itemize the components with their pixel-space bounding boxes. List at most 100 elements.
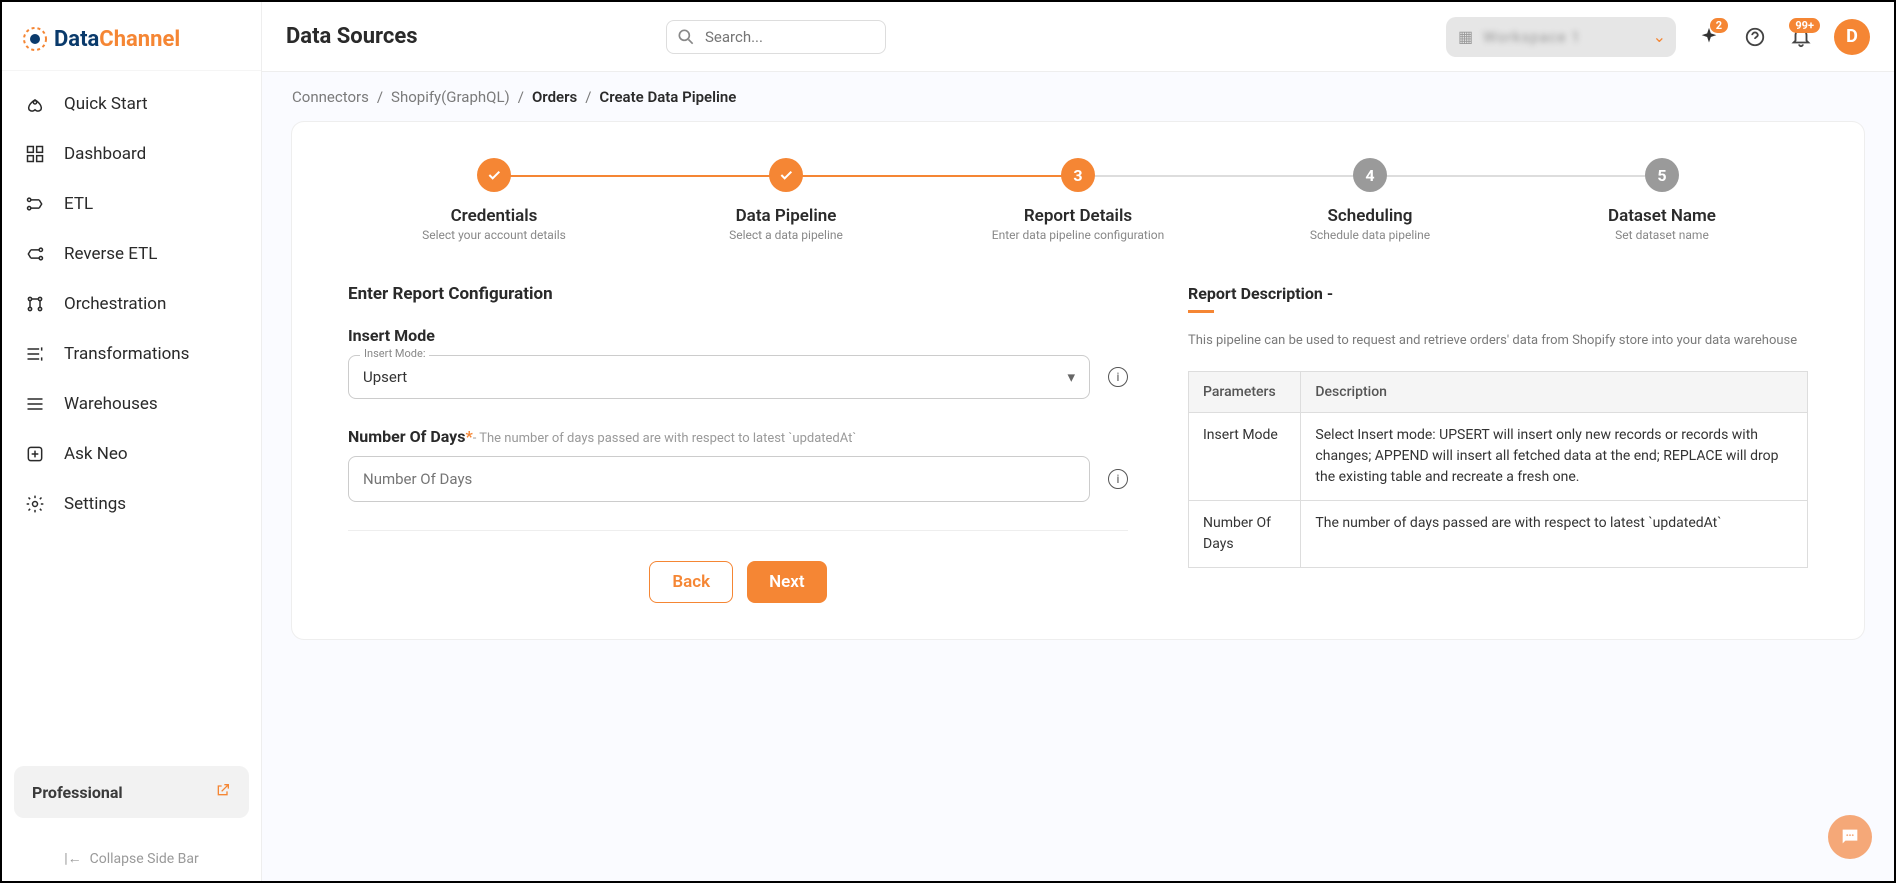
breadcrumb-connectors[interactable]: Connectors [292,88,369,106]
step-number: 3 [1061,158,1095,192]
sidebar-item-label: Transformations [64,344,189,364]
grid-icon [24,143,46,165]
table-header-description: Description [1301,371,1808,412]
next-button[interactable]: Next [747,561,827,603]
sidebar-item-reverse-etl[interactable]: Reverse ETL [2,229,261,279]
form-column: Enter Report Configuration Insert Mode I… [348,284,1128,603]
table-row: Insert Mode Select Insert mode: UPSERT w… [1189,412,1808,500]
avatar[interactable]: D [1834,19,1870,55]
step-check-icon [477,158,511,192]
step-number: 4 [1353,158,1387,192]
sidebar-item-label: Settings [64,494,126,514]
ai-sparkle-button[interactable]: 2 [1696,24,1722,50]
parameters-table: Parameters Description Insert Mode Selec… [1188,371,1808,568]
sidebar: DataChannel Quick Start Dashboard ETL Re… [2,2,262,881]
collapse-label: Collapse Side Bar [90,851,199,867]
plan-card[interactable]: Professional [14,766,249,818]
main: Data Sources ▦ Workspace 1 ⌄ 2 99+ [262,2,1894,881]
nav: Quick Start Dashboard ETL Reverse ETL Or… [2,71,261,748]
notifications-badge: 99+ [1789,18,1820,33]
days-label: Number Of Days*- The number of days pass… [348,427,1128,446]
collapse-sidebar[interactable]: |← Collapse Side Bar [2,836,261,881]
collapse-icon: |← [64,850,81,867]
top-right: ▦ Workspace 1 ⌄ 2 99+ D [1446,17,1870,57]
logo[interactable]: DataChannel [2,2,261,71]
info-icon[interactable]: i [1108,367,1128,387]
chat-button[interactable] [1828,815,1872,859]
description-text: This pipeline can be used to request and… [1188,331,1808,351]
step-report-details[interactable]: 3 Report Details Enter data pipeline con… [932,158,1224,242]
insert-mode-value: Upsert [363,368,407,386]
sidebar-item-warehouses[interactable]: Warehouses [2,379,261,429]
external-link-icon [215,782,231,802]
sidebar-item-label: Dashboard [64,144,146,164]
number-of-days-input[interactable] [348,456,1090,502]
org-icon: ▦ [1458,27,1473,46]
help-button[interactable] [1742,24,1768,50]
step-credentials[interactable]: Credentials Select your account details [348,158,640,242]
step-title: Report Details [1024,206,1132,226]
sidebar-item-orchestration[interactable]: Orchestration [2,279,261,329]
step-number: 5 [1645,158,1679,192]
transformations-icon [24,343,46,365]
breadcrumb-orders[interactable]: Orders [532,88,577,106]
back-button[interactable]: Back [649,561,733,603]
search-input[interactable] [666,20,886,54]
param-name: Number Of Days [1189,500,1301,567]
gear-icon [24,493,46,515]
step-data-pipeline[interactable]: Data Pipeline Select a data pipeline [640,158,932,242]
sidebar-item-etl[interactable]: ETL [2,179,261,229]
search-box [666,20,886,54]
orchestration-icon [24,293,46,315]
sidebar-item-settings[interactable]: Settings [2,479,261,529]
sidebar-item-label: Reverse ETL [64,244,157,264]
sidebar-item-dashboard[interactable]: Dashboard [2,129,261,179]
breadcrumb-create-pipeline[interactable]: Create Data Pipeline [599,88,736,106]
plan-name: Professional [32,783,123,802]
step-title: Credentials [451,206,538,226]
insert-mode-float-label: Insert Mode: [360,347,429,360]
ai-badge: 2 [1710,18,1728,33]
step-sub: Select your account details [422,228,566,242]
sidebar-item-transformations[interactable]: Transformations [2,329,261,379]
step-title: Data Pipeline [736,206,837,226]
brand-part1: Data [54,27,99,52]
table-header-parameters: Parameters [1189,371,1301,412]
description-column: Report Description - This pipeline can b… [1188,284,1808,603]
param-desc: The number of days passed are with respe… [1301,500,1808,567]
step-sub: Schedule data pipeline [1310,228,1430,242]
logo-icon [22,26,48,52]
table-row: Number Of Days The number of days passed… [1189,500,1808,567]
step-sub: Select a data pipeline [729,228,843,242]
chevron-down-icon: ⌄ [1653,27,1666,46]
rocket-icon [24,93,46,115]
step-dataset-name[interactable]: 5 Dataset Name Set dataset name [1516,158,1808,242]
param-name: Insert Mode [1189,412,1301,500]
etl-icon [24,193,46,215]
breadcrumb-shopify[interactable]: Shopify(GraphQL) [391,88,510,106]
step-scheduling[interactable]: 4 Scheduling Schedule data pipeline [1224,158,1516,242]
sidebar-item-label: Quick Start [64,94,148,114]
brand-part2: Channel [99,27,180,52]
sidebar-item-quickstart[interactable]: Quick Start [2,79,261,129]
insert-mode-select[interactable]: Upsert ▾ [348,355,1090,399]
param-desc: Select Insert mode: UPSERT will insert o… [1301,412,1808,500]
description-title: Report Description - [1188,284,1808,313]
breadcrumb: Connectors/ Shopify(GraphQL)/ Orders/ Cr… [262,72,1894,122]
topbar: Data Sources ▦ Workspace 1 ⌄ 2 99+ [262,2,1894,72]
step-sub: Enter data pipeline configuration [992,228,1165,242]
org-selector[interactable]: ▦ Workspace 1 ⌄ [1446,17,1676,57]
org-name: Workspace 1 [1483,28,1581,46]
page-title: Data Sources [286,24,666,49]
search-icon [676,27,696,51]
section-title: Enter Report Configuration [348,284,1128,304]
sidebar-item-ask-neo[interactable]: Ask Neo [2,429,261,479]
reverse-etl-icon [24,243,46,265]
sidebar-item-label: Ask Neo [64,444,128,464]
notifications-button[interactable]: 99+ [1788,24,1814,50]
step-title: Dataset Name [1608,206,1716,226]
dropdown-arrow-icon: ▾ [1067,368,1075,386]
insert-mode-label: Insert Mode [348,326,1128,345]
info-icon[interactable]: i [1108,469,1128,489]
panel: Credentials Select your account details … [292,122,1864,639]
